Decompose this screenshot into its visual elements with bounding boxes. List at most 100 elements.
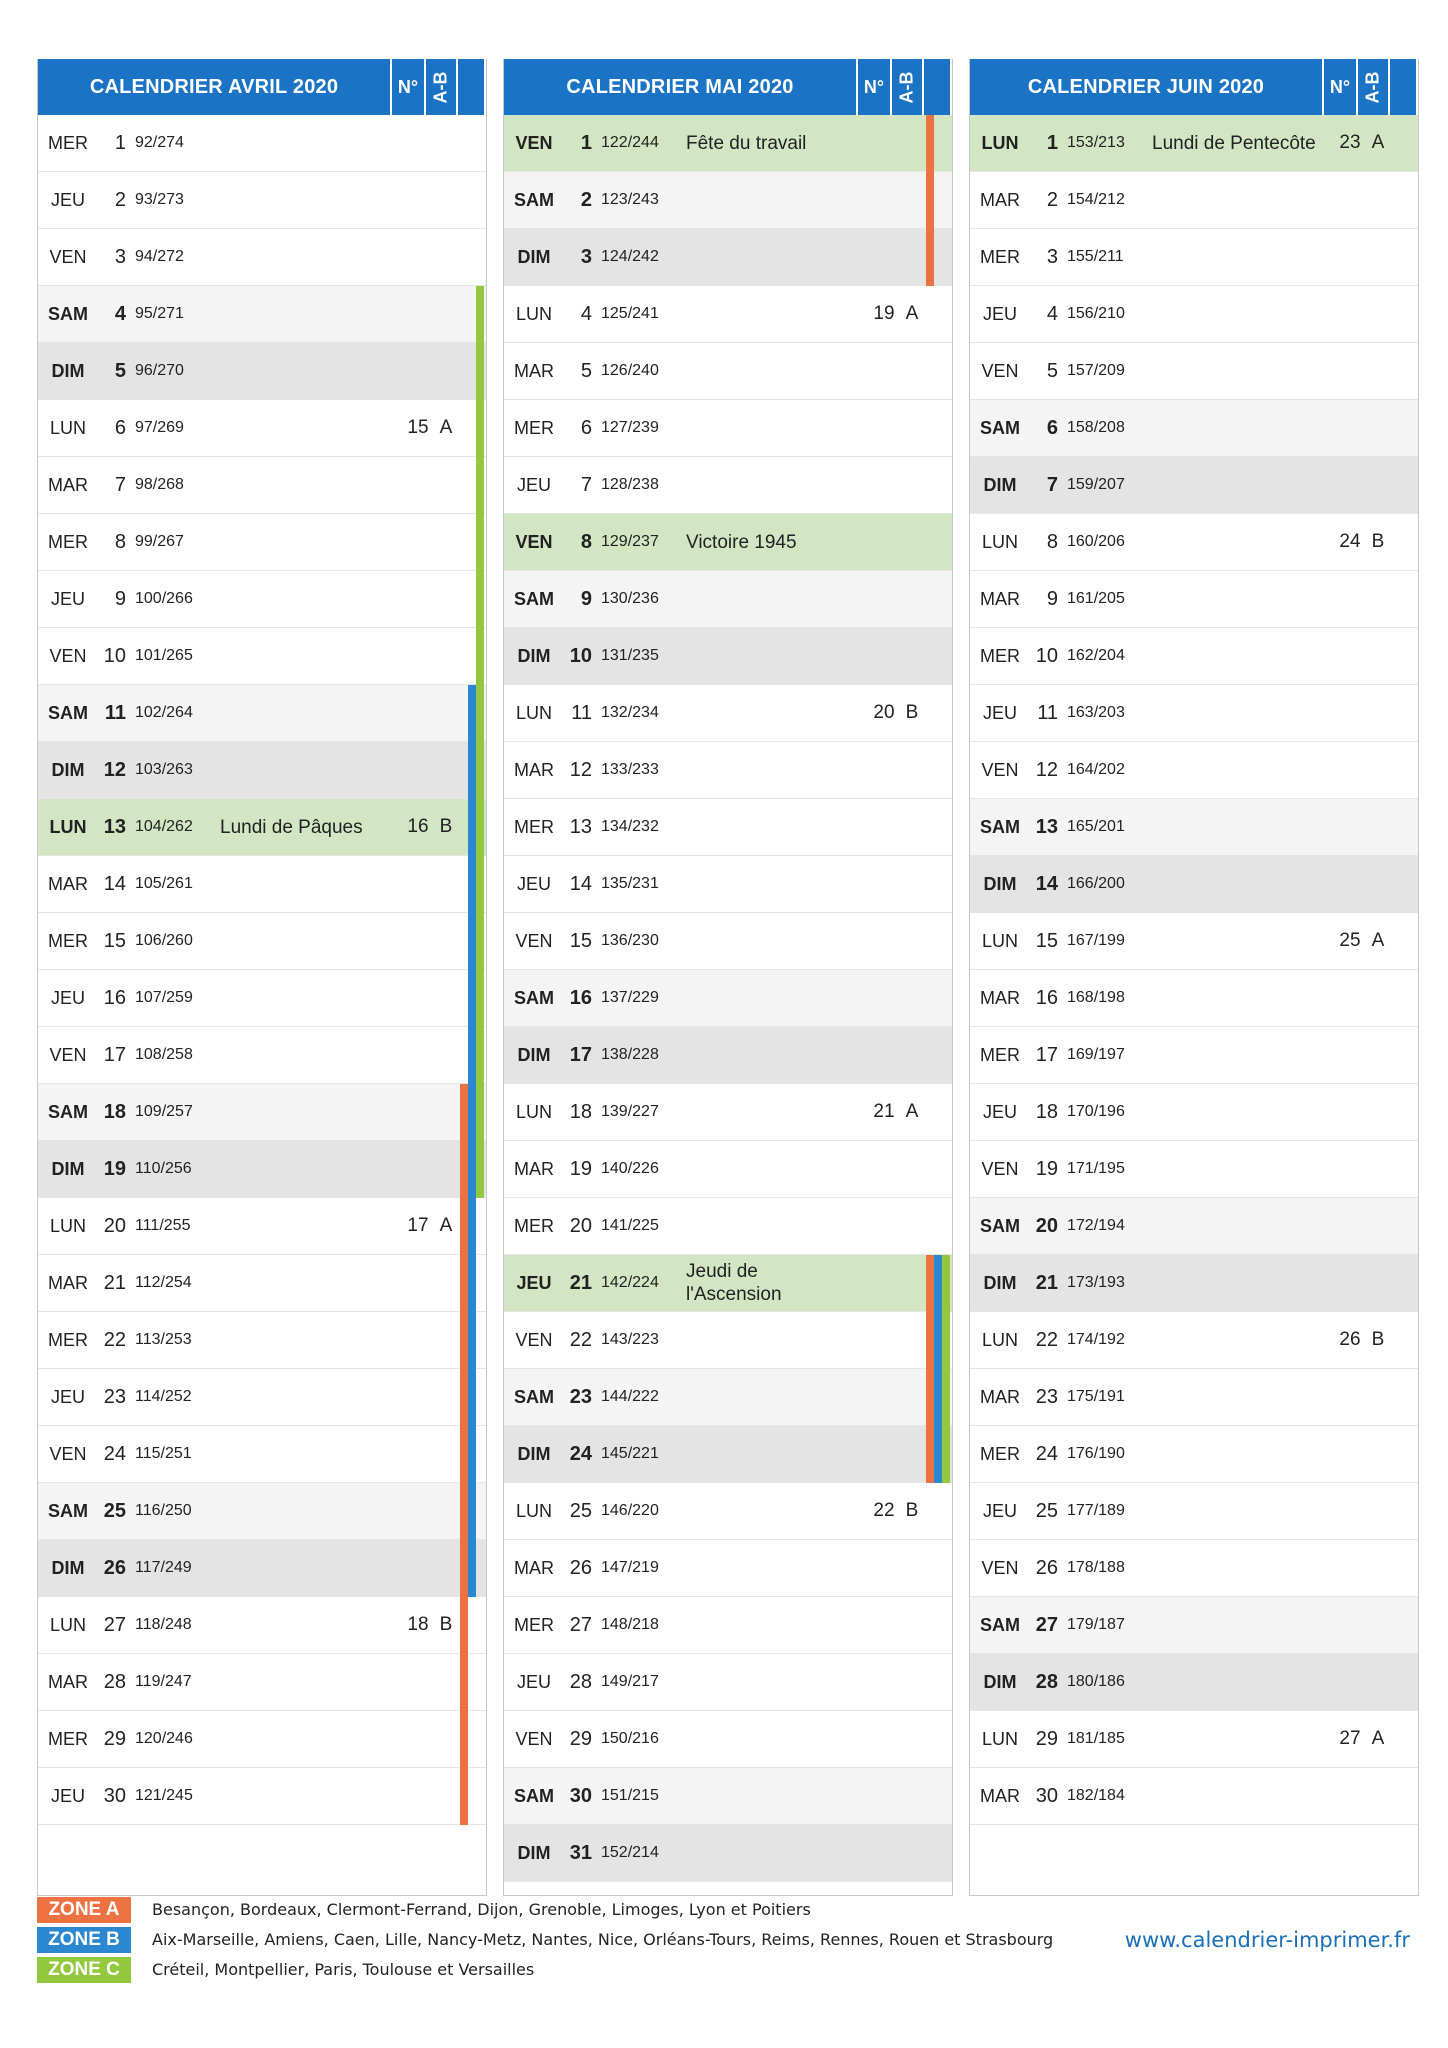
holiday-label: Fête du travail — [686, 132, 807, 154]
day-row: DIM 14 166/200 — [970, 856, 1418, 913]
day-of-year: 112/254 — [135, 1274, 192, 1291]
week-number: 27 — [1339, 1728, 1361, 1749]
day-number: 28 — [1035, 1671, 1058, 1693]
zone-c-holiday-bar — [942, 1426, 950, 1483]
website-link[interactable]: www.calendrier-imprimer.fr — [1125, 1928, 1410, 1952]
day-row: MER 20 141/225 — [504, 1198, 952, 1255]
week-number: 25 — [1339, 930, 1361, 951]
day-of-year: 175/191 — [1067, 1388, 1125, 1405]
zone-b-holiday-bar — [934, 1369, 942, 1426]
zone-b-holiday-bar — [934, 1255, 942, 1312]
day-row: MAR 2 154/212 — [970, 172, 1418, 229]
day-of-year: 119/247 — [135, 1673, 192, 1690]
holiday-label: Lundi de Pentecôte — [1152, 132, 1316, 154]
day-row: LUN 20 111/255 17 A — [38, 1198, 486, 1255]
week-number: 19 — [873, 303, 895, 324]
zone-b-cities: Aix-Marseille, Amiens, Caen, Lille, Nanc… — [152, 1930, 1054, 1949]
week-ab: A — [1371, 930, 1385, 951]
day-number: 11 — [104, 702, 126, 724]
day-number: 20 — [1035, 1215, 1058, 1237]
zone-a-badge: ZONE A — [37, 1897, 131, 1923]
day-number: 16 — [103, 987, 126, 1009]
day-name: JEU — [982, 1501, 1017, 1521]
day-name: VEN — [515, 1729, 553, 1749]
day-name: SAM — [514, 1387, 554, 1407]
day-row: DIM 3 124/242 — [504, 229, 952, 286]
day-number: 3 — [580, 246, 592, 268]
zone-c-holiday-bar — [476, 457, 484, 514]
day-row: MAR 30 182/184 — [970, 1768, 1418, 1825]
day-name: JEU — [50, 988, 85, 1008]
day-row: LUN 22 174/192 26 B — [970, 1312, 1418, 1369]
zone-b-holiday-bar — [468, 1369, 476, 1426]
day-of-year: 102/264 — [135, 704, 193, 721]
day-number: 7 — [580, 474, 592, 496]
day-number: 18 — [1035, 1101, 1058, 1123]
day-row: VEN 19 171/195 — [970, 1141, 1418, 1198]
day-number: 1 — [580, 132, 592, 154]
day-number: 16 — [569, 987, 592, 1009]
week-ab: B — [439, 816, 453, 837]
day-name: DIM — [51, 361, 85, 381]
day-name: MAR — [48, 1273, 88, 1293]
zone-c-holiday-bar — [476, 970, 484, 1027]
day-row: MAR 14 105/261 — [38, 856, 486, 913]
day-of-year: 149/217 — [601, 1673, 659, 1690]
day-row: LUN 27 118/248 18 B — [38, 1597, 486, 1654]
day-name: VEN — [515, 133, 553, 153]
day-name: JEU — [982, 703, 1017, 723]
week-ab: B — [905, 1500, 919, 1521]
zone-c-holiday-bar — [476, 1084, 484, 1141]
day-of-year: 132/234 — [601, 704, 659, 721]
day-name: LUN — [49, 418, 86, 438]
day-row: MER 13 134/232 — [504, 799, 952, 856]
day-of-year: 99/267 — [135, 533, 184, 550]
day-of-year: 161/205 — [1067, 590, 1125, 607]
day-of-year: 180/186 — [1067, 1673, 1125, 1690]
day-name: JEU — [50, 1387, 85, 1407]
day-number: 8 — [580, 531, 592, 553]
day-of-year: 160/206 — [1067, 533, 1125, 550]
day-number: 23 — [103, 1386, 126, 1408]
zone-c-holiday-bar — [476, 799, 484, 856]
day-name: DIM — [983, 475, 1017, 495]
day-row: SAM 16 137/229 — [504, 970, 952, 1027]
day-of-year: 176/190 — [1067, 1445, 1125, 1462]
legend-row-zone-b: ZONE B Aix-Marseille, Amiens, Caen, Lill… — [37, 1925, 1237, 1955]
day-number: 23 — [1035, 1386, 1058, 1408]
day-number: 30 — [103, 1785, 126, 1807]
day-row: VEN 1 122/244 Fête du travail — [504, 115, 952, 172]
day-name: MER — [48, 133, 88, 153]
day-row: VEN 12 164/202 — [970, 742, 1418, 799]
zone-header-spacer — [922, 59, 950, 115]
month-header: CALENDRIER AVRIL 2020 N° A-B — [38, 59, 486, 115]
day-row: SAM 27 179/187 — [970, 1597, 1418, 1654]
week-number: 17 — [407, 1215, 429, 1236]
day-name: JEU — [516, 874, 551, 894]
day-of-year: 105/261 — [135, 875, 193, 892]
day-name: LUN — [981, 133, 1019, 153]
day-name: DIM — [51, 1558, 85, 1578]
day-number: 8 — [114, 531, 126, 553]
day-name: VEN — [515, 532, 553, 552]
day-of-year: 127/239 — [601, 419, 659, 436]
day-row: LUN 15 167/199 25 A — [970, 913, 1418, 970]
zone-a-holiday-bar — [460, 1141, 468, 1198]
day-of-year: 178/188 — [1067, 1559, 1125, 1576]
day-number: 7 — [1046, 474, 1058, 496]
day-of-year: 111/255 — [135, 1217, 191, 1234]
zone-c-badge: ZONE C — [37, 1957, 131, 1983]
week-ab: A — [1371, 132, 1385, 153]
month-avril: CALENDRIER AVRIL 2020 N° A-B MER 1 92/274 JEU 2… — [37, 59, 487, 1896]
day-row: SAM 2 123/243 — [504, 172, 952, 229]
day-number: 29 — [103, 1728, 126, 1750]
day-of-year: 174/192 — [1067, 1331, 1125, 1348]
day-number: 7 — [114, 474, 126, 496]
week-ab: B — [905, 702, 919, 723]
day-name: DIM — [983, 1273, 1017, 1293]
zone-a-cities: Besançon, Bordeaux, Clermont-Ferrand, Di… — [152, 1900, 811, 1919]
zone-b-holiday-bar — [468, 1027, 476, 1084]
day-row: VEN 15 136/230 — [504, 913, 952, 970]
day-row: SAM 23 144/222 — [504, 1369, 952, 1426]
day-number: 21 — [569, 1272, 592, 1294]
